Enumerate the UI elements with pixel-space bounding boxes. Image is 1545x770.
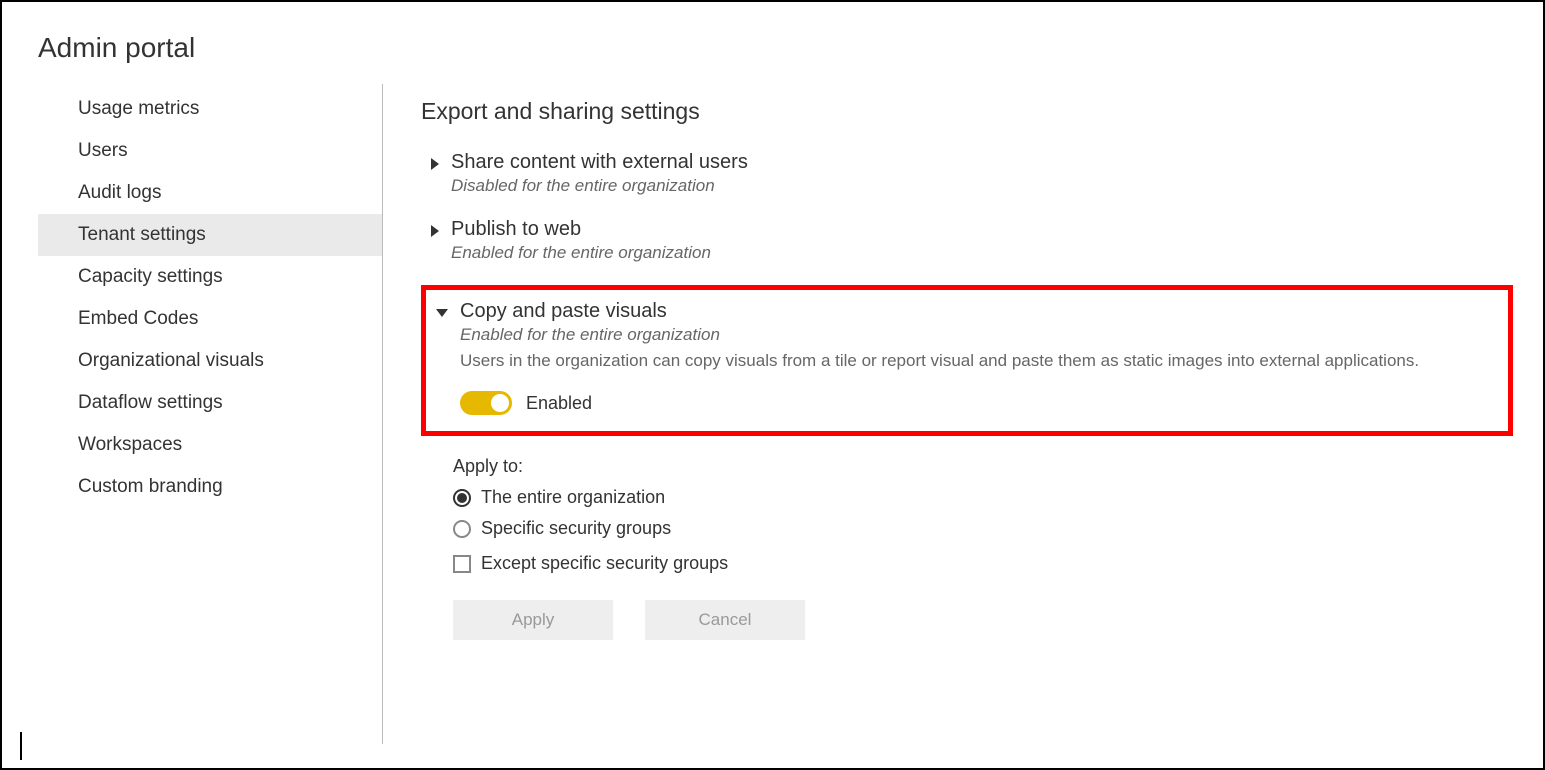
sidebar-item-usage-metrics[interactable]: Usage metrics — [38, 88, 382, 130]
setting-header-share-external[interactable]: Share content with external users Disabl… — [431, 151, 1513, 196]
caret-down-icon — [436, 309, 448, 317]
enabled-toggle[interactable] — [460, 391, 512, 415]
sidebar-item-capacity-settings[interactable]: Capacity settings — [38, 256, 382, 298]
radio-label: Specific security groups — [481, 518, 671, 539]
toggle-knob — [491, 394, 509, 412]
sidebar-item-tenant-settings[interactable]: Tenant settings — [38, 214, 382, 256]
highlighted-setting-box: Copy and paste visuals Enabled for the e… — [421, 285, 1513, 436]
sidebar: Usage metrics Users Audit logs Tenant se… — [2, 84, 382, 744]
apply-to-section: Apply to: The entire organization Specif… — [421, 456, 1513, 574]
setting-title: Publish to web — [451, 218, 711, 241]
radio-icon — [453, 489, 471, 507]
radio-entire-org[interactable]: The entire organization — [453, 487, 1513, 508]
setting-status: Enabled for the entire organization — [451, 243, 711, 263]
setting-status: Enabled for the entire organization — [460, 325, 1498, 345]
radio-specific-groups[interactable]: Specific security groups — [453, 518, 1513, 539]
sidebar-item-audit-logs[interactable]: Audit logs — [38, 172, 382, 214]
setting-header-publish-web[interactable]: Publish to web Enabled for the entire or… — [431, 218, 1513, 263]
setting-title: Share content with external users — [451, 151, 748, 174]
main-panel: Export and sharing settings Share conten… — [383, 84, 1543, 744]
apply-to-label: Apply to: — [453, 456, 1513, 477]
setting-title: Copy and paste visuals — [460, 300, 1498, 323]
cancel-button[interactable]: Cancel — [645, 600, 805, 640]
section-title: Export and sharing settings — [421, 98, 1513, 125]
setting-share-external: Share content with external users Disabl… — [421, 151, 1513, 196]
setting-publish-web: Publish to web Enabled for the entire or… — [421, 218, 1513, 263]
sidebar-item-organizational-visuals[interactable]: Organizational visuals — [38, 340, 382, 382]
sidebar-item-dataflow-settings[interactable]: Dataflow settings — [38, 382, 382, 424]
caret-right-icon — [431, 225, 439, 237]
button-row: Apply Cancel — [421, 600, 1513, 640]
sidebar-item-users[interactable]: Users — [38, 130, 382, 172]
radio-icon — [453, 520, 471, 538]
checkbox-label: Except specific security groups — [481, 553, 728, 574]
setting-header-copy-paste[interactable]: Copy and paste visuals Enabled for the e… — [436, 300, 1498, 415]
sidebar-item-embed-codes[interactable]: Embed Codes — [38, 298, 382, 340]
sidebar-item-workspaces[interactable]: Workspaces — [38, 424, 382, 466]
page-title: Admin portal — [2, 2, 1543, 74]
checkbox-icon — [453, 555, 471, 573]
apply-button[interactable]: Apply — [453, 600, 613, 640]
checkbox-except-groups[interactable]: Except specific security groups — [453, 553, 1513, 574]
setting-status: Disabled for the entire organization — [451, 176, 748, 196]
radio-label: The entire organization — [481, 487, 665, 508]
toggle-label: Enabled — [526, 393, 592, 414]
caret-right-icon — [431, 158, 439, 170]
sidebar-item-custom-branding[interactable]: Custom branding — [38, 466, 382, 508]
setting-description: Users in the organization can copy visua… — [460, 351, 1498, 371]
text-cursor — [20, 732, 22, 760]
